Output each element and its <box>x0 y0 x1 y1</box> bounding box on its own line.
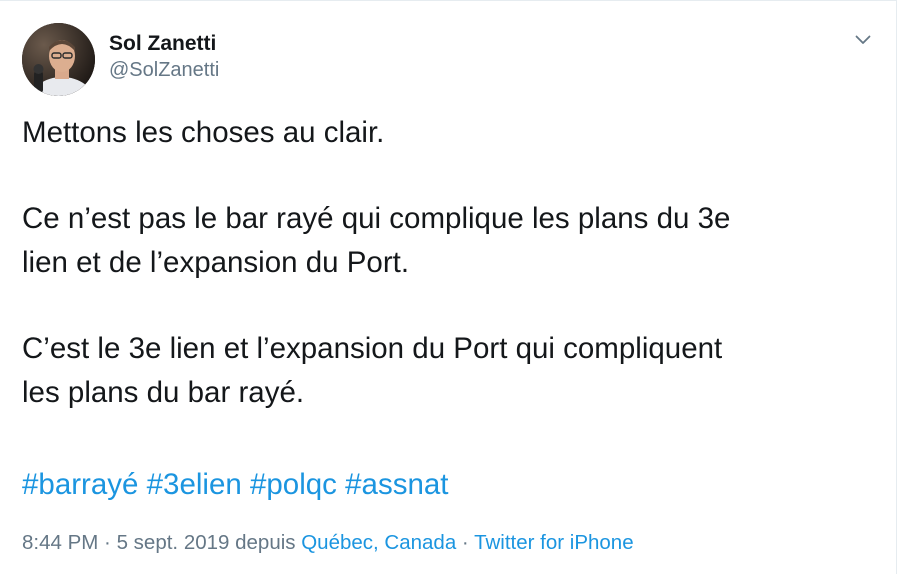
tweet-menu-button[interactable] <box>852 31 874 49</box>
hashtag-link[interactable]: #barrayé <box>22 468 138 501</box>
tweet-paragraph: Mettons les choses au clair. <box>22 116 385 149</box>
tweet-time[interactable]: 8:44 PM <box>22 531 98 554</box>
author-handle[interactable]: @SolZanetti <box>109 57 219 84</box>
tweet-date: 5 sept. 2019 depuis <box>116 531 302 554</box>
meta-separator: · <box>456 531 475 554</box>
tweet-source-link[interactable]: Twitter for iPhone <box>474 531 634 554</box>
tweet-location-link[interactable]: Québec, Canada <box>301 531 456 554</box>
tweet-header: Sol Zanetti @SolZanetti <box>22 23 219 96</box>
tweet-paragraph: C’est le 3e lien et l’expansion du Port … <box>22 332 723 409</box>
profile-photo-icon <box>22 23 95 96</box>
hashtag-link[interactable]: #assnat <box>345 468 448 501</box>
tweet-hashtags: #barrayé #3elien #polqc #assnat <box>22 463 448 507</box>
tweet-metadata: 8:44 PM · 5 sept. 2019 depuis Québec, Ca… <box>22 528 634 558</box>
author-names: Sol Zanetti @SolZanetti <box>109 32 219 84</box>
tweet-text: Mettons les choses au clair. Ce n’est pa… <box>22 111 872 415</box>
hashtag-link[interactable]: #polqc <box>250 468 337 501</box>
tweet-paragraph: Ce n’est pas le bar rayé qui complique l… <box>22 202 731 279</box>
avatar[interactable] <box>22 23 95 96</box>
tweet-card: Sol Zanetti @SolZanetti Mettons les chos… <box>0 0 897 574</box>
author-display-name[interactable]: Sol Zanetti <box>109 30 219 57</box>
hashtag-link[interactable]: #3elien <box>147 468 242 501</box>
chevron-down-icon <box>855 35 871 44</box>
meta-separator: · <box>98 531 117 554</box>
